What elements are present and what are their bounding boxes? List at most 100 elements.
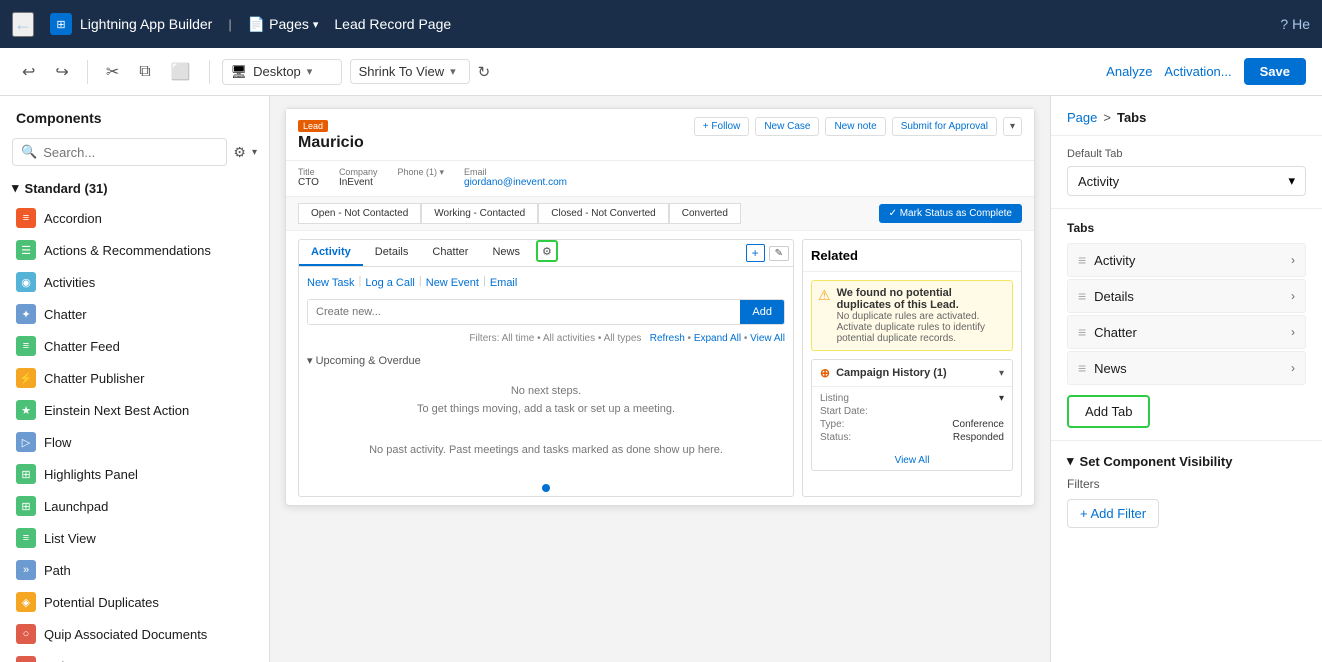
component-item-actions-&-recommendations[interactable]: ☰ Actions & Recommendations — [0, 234, 269, 266]
comp-icon: ◈ — [16, 592, 36, 612]
more-button[interactable]: ▾ — [1003, 117, 1022, 136]
tab-news[interactable]: News — [480, 240, 532, 266]
component-item-path[interactable]: » Path — [0, 554, 269, 586]
drag-handle-icon: ≡ — [1078, 324, 1086, 340]
component-item-highlights-panel[interactable]: ⊞ Highlights Panel — [0, 458, 269, 490]
tab-chatter[interactable]: Chatter — [420, 240, 480, 266]
field-email: Email giordano@inevent.com — [464, 167, 567, 188]
component-item-quip-associated-documents[interactable]: ○ Quip Associated Documents — [0, 618, 269, 650]
view-all-link[interactable]: View All — [750, 333, 785, 344]
status-step-2[interactable]: Working - Contacted — [421, 203, 538, 224]
component-item-launchpad[interactable]: ⊞ Launchpad — [0, 490, 269, 522]
rp-tab-item-details[interactable]: ≡ Details › — [1067, 279, 1306, 313]
redo-button[interactable]: ↪ — [49, 58, 74, 86]
components-title: Components — [0, 96, 269, 134]
record-header: Lead Mauricio + Follow New Case New note… — [286, 109, 1034, 161]
comp-icon: ⊞ — [16, 496, 36, 516]
save-button[interactable]: Save — [1244, 58, 1306, 85]
standard-section-header[interactable]: ▾ Standard (31) — [0, 174, 269, 202]
add-button[interactable]: Add — [740, 300, 784, 324]
component-item-accordion[interactable]: ≡ Accordion — [0, 202, 269, 234]
status-step-4[interactable]: Converted — [669, 203, 741, 224]
toolbar-separator-1 — [87, 60, 88, 84]
search-input[interactable] — [43, 145, 218, 160]
component-item-activities[interactable]: ◉ Activities — [0, 266, 269, 298]
pages-icon: 📄 — [248, 16, 265, 33]
add-tab-button[interactable]: Add Tab — [1067, 395, 1150, 428]
rp-tab-item-activity[interactable]: ≡ Activity › — [1067, 243, 1306, 277]
help-button[interactable]: ? He — [1280, 16, 1310, 32]
view-selector[interactable]: Shrink To View ▾ — [350, 59, 470, 84]
component-item-chatter[interactable]: ✦ Chatter — [0, 298, 269, 330]
submit-button[interactable]: Submit for Approval — [892, 117, 997, 136]
tab-gear-icon[interactable]: ⚙ — [536, 240, 558, 262]
center-canvas: Lead Mauricio + Follow New Case New note… — [270, 96, 1050, 662]
tab-add-button[interactable]: + — [746, 244, 765, 262]
device-label: Desktop — [253, 64, 301, 79]
rp-tab-chevron: › — [1291, 325, 1295, 339]
paste-button[interactable]: ⬜ — [165, 58, 197, 86]
comp-label: Path — [44, 563, 71, 578]
dup-title: We found no potential duplicates of this… — [837, 287, 1006, 311]
copy-button[interactable]: ⧉ — [133, 59, 156, 85]
visibility-chevron: ▾ — [1067, 453, 1074, 469]
rp-default-tab-selector[interactable]: Activity ▾ — [1067, 166, 1306, 196]
cut-button[interactable]: ✂ — [100, 58, 125, 86]
tab-edit-button[interactable]: ✎ — [769, 246, 789, 261]
campaign-chevron[interactable]: ▾ — [999, 368, 1004, 379]
view-all-link[interactable]: View All — [812, 451, 1012, 470]
comp-label: Quip Document — [44, 659, 134, 662]
new-task-button[interactable]: New Task — [307, 275, 354, 291]
pages-button[interactable]: 📄 Pages ▾ — [248, 16, 319, 33]
upcoming-header[interactable]: ▾ Upcoming & Overdue — [307, 350, 785, 371]
component-item-list-view[interactable]: ≡ List View — [0, 522, 269, 554]
comp-icon: ◉ — [16, 272, 36, 292]
field-phone: Phone (1) ▾ — [397, 167, 444, 188]
expand-link[interactable]: Expand All — [694, 333, 741, 344]
rp-tab-item-news[interactable]: ≡ News › — [1067, 351, 1306, 385]
component-item-flow[interactable]: ▷ Flow — [0, 426, 269, 458]
new-case-button[interactable]: New Case — [755, 117, 819, 136]
follow-button[interactable]: + Follow — [694, 117, 750, 136]
email-button[interactable]: Email — [490, 275, 518, 291]
comp-icon: ▷ — [16, 432, 36, 452]
section-chevron: ▾ — [12, 180, 19, 196]
comp-icon: ≡ — [16, 208, 36, 228]
status-step-3[interactable]: Closed - Not Converted — [538, 203, 669, 224]
mark-complete-button[interactable]: ✓ Mark Status as Complete — [879, 204, 1022, 223]
gear-button[interactable]: ⚙ — [233, 144, 246, 161]
device-selector[interactable]: 🖥 Desktop ▾ — [222, 59, 342, 85]
add-filter-button[interactable]: + Add Filter — [1067, 499, 1159, 528]
component-item-quip-document[interactable]: ○ Quip Document — [0, 650, 269, 662]
tab-details[interactable]: Details — [363, 240, 421, 266]
rp-visibility-header[interactable]: ▾ Set Component Visibility — [1067, 453, 1306, 469]
comp-label: Chatter Feed — [44, 339, 120, 354]
log-call-button[interactable]: Log a Call — [365, 275, 415, 291]
comp-icon: ⊞ — [16, 464, 36, 484]
component-item-chatter-feed[interactable]: ≡ Chatter Feed — [0, 330, 269, 362]
main-layout: Components 🔍 ⚙ ▾ ▾ Standard (31) ≡ Accor… — [0, 96, 1322, 662]
tab-activity[interactable]: Activity — [299, 240, 363, 266]
activation-button[interactable]: Activation... — [1164, 64, 1231, 79]
no-steps-message: No next steps. To get things moving, add… — [307, 371, 785, 430]
rp-tab-name: Activity — [1094, 253, 1135, 268]
device-chevron: ▾ — [307, 65, 313, 78]
back-button[interactable]: ← — [12, 12, 34, 37]
search-wrapper[interactable]: 🔍 — [12, 138, 227, 166]
rp-page-link[interactable]: Page — [1067, 110, 1097, 125]
component-item-potential-duplicates[interactable]: ◈ Potential Duplicates — [0, 586, 269, 618]
record-fields: Title CTO Company InEvent Phone (1) ▾ Em… — [286, 161, 1034, 197]
rp-tab-item-chatter[interactable]: ≡ Chatter › — [1067, 315, 1306, 349]
status-step-1[interactable]: Open - Not Contacted — [298, 203, 421, 224]
undo-button[interactable]: ↩ — [16, 58, 41, 86]
component-item-einstein-next-best-action[interactable]: ★ Einstein Next Best Action — [0, 394, 269, 426]
new-event-button[interactable]: New Event — [426, 275, 479, 291]
rp-tab-chevron: › — [1291, 253, 1295, 267]
rp-tab-name: News — [1094, 361, 1127, 376]
new-note-button[interactable]: New note — [825, 117, 885, 136]
create-new-input[interactable] — [308, 300, 740, 324]
refresh-link[interactable]: Refresh — [650, 333, 685, 344]
component-item-chatter-publisher[interactable]: ⚡ Chatter Publisher — [0, 362, 269, 394]
analyze-button[interactable]: Analyze — [1106, 64, 1152, 79]
refresh-button[interactable]: ↻ — [478, 63, 491, 81]
